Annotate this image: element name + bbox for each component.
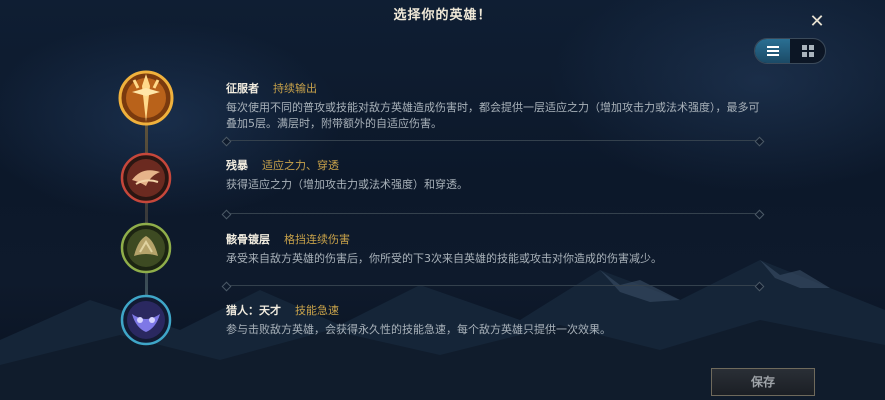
rune-name: 猎人：天才 xyxy=(226,304,281,317)
rune-tag: 格挡连续伤害 xyxy=(284,233,350,246)
rune-tag: 持续输出 xyxy=(273,82,317,95)
save-button[interactable]: 保存 xyxy=(711,368,815,396)
grid-view-button[interactable] xyxy=(790,39,825,63)
rune-row-conqueror: 征服者 持续输出 每次使用不同的普攻或技能对敌方英雄造成伤害时，都会提供一层适应… xyxy=(226,80,766,132)
rune-brutal[interactable] xyxy=(120,152,172,204)
row-divider xyxy=(226,285,760,286)
rune-name: 征服者 xyxy=(226,82,259,95)
row-divider xyxy=(226,213,760,214)
rune-bone-plating[interactable] xyxy=(120,222,172,274)
rune-row-ingenious-hunter: 猎人：天才 技能急速 参与击败敌方英雄，会获得永久性的技能急速，每个敌方英雄只提… xyxy=(226,302,766,338)
bone-plating-icon xyxy=(120,222,172,274)
rune-description: 每次使用不同的普攻或技能对敌方英雄造成伤害时，都会提供一层适应之力（增加攻击力或… xyxy=(226,101,760,130)
rune-tag: 适应之力、穿透 xyxy=(262,159,339,172)
rune-row-bone-plating: 骸骨镀层 格挡连续伤害 承受来自敌方英雄的伤害后，你所受的下3次来自英雄的技能或… xyxy=(226,231,766,267)
brutal-icon xyxy=(120,152,172,204)
ingenious-hunter-icon xyxy=(120,294,172,346)
rune-name: 骸骨镀层 xyxy=(226,233,270,246)
close-button[interactable]: ✕ xyxy=(807,12,827,32)
rune-description: 获得适应之力（增加攻击力或法术强度）和穿透。 xyxy=(226,178,468,191)
rune-description: 参与击败敌方英雄，会获得永久性的技能急速，每个敌方英雄只提供一次效果。 xyxy=(226,323,611,336)
grid-icon xyxy=(801,45,814,57)
rune-description: 承受来自敌方英雄的伤害后，你所受的下3次来自英雄的技能或攻击对你造成的伤害减少。 xyxy=(226,252,662,265)
rune-keystone-conqueror[interactable] xyxy=(112,64,180,132)
rune-tag: 技能急速 xyxy=(295,304,339,317)
view-toggle[interactable] xyxy=(754,38,826,64)
conqueror-icon xyxy=(118,70,174,126)
list-icon xyxy=(766,44,779,58)
row-divider xyxy=(226,140,760,141)
page-title: 选择你的英雄！ xyxy=(393,8,492,23)
rune-row-brutal: 残暴 适应之力、穿透 获得适应之力（增加攻击力或法术强度）和穿透。 xyxy=(226,157,766,193)
list-view-button[interactable] xyxy=(755,39,790,63)
rune-name: 残暴 xyxy=(226,159,248,172)
rune-ingenious-hunter[interactable] xyxy=(120,294,172,346)
